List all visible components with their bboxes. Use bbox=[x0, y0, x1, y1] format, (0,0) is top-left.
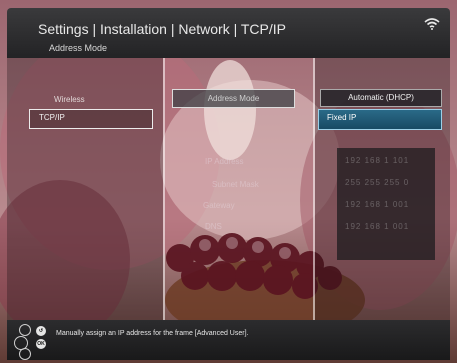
ip-values-panel: 192 168 1 101 255 255 255 0 192 168 1 00… bbox=[337, 148, 435, 260]
ip-address-value: 192 168 1 101 bbox=[345, 156, 410, 165]
ok-button[interactable]: OK bbox=[36, 339, 46, 349]
hint-bar bbox=[7, 320, 450, 360]
gateway-label: Gateway bbox=[203, 201, 235, 210]
option-fixed-ip[interactable]: Fixed IP bbox=[318, 109, 442, 130]
page-title: Settings | Installation | Network | TCP/… bbox=[38, 21, 286, 37]
wifi-icon bbox=[424, 18, 440, 30]
page-subtitle: Address Mode bbox=[49, 43, 108, 53]
nav-up-icon bbox=[19, 324, 31, 336]
back-button[interactable]: ↺ bbox=[36, 326, 46, 336]
address-mode-header: Address Mode bbox=[172, 89, 295, 108]
menu-item-wireless[interactable]: Wireless bbox=[54, 95, 85, 104]
option-automatic-dhcp[interactable]: Automatic (DHCP) bbox=[320, 89, 442, 107]
gateway-value: 192 168 1 001 bbox=[345, 200, 410, 209]
ip-address-label: IP Address bbox=[205, 157, 244, 166]
dns-value: 192 168 1 001 bbox=[345, 222, 410, 231]
subnet-mask-label: Subnet Mask bbox=[212, 180, 259, 189]
dns-label: DNS bbox=[205, 222, 222, 231]
column-divider bbox=[313, 58, 315, 320]
menu-column-1 bbox=[7, 58, 163, 320]
photo-frame-screen: Settings | Installation | Network | TCP/… bbox=[0, 0, 457, 363]
menu-item-tcpip[interactable]: TCP/IP bbox=[29, 109, 153, 129]
column-divider bbox=[163, 58, 165, 320]
subnet-mask-value: 255 255 255 0 bbox=[345, 178, 410, 187]
hint-text: Manually assign an IP address for the fr… bbox=[56, 330, 249, 337]
nav-down-icon bbox=[19, 348, 31, 360]
